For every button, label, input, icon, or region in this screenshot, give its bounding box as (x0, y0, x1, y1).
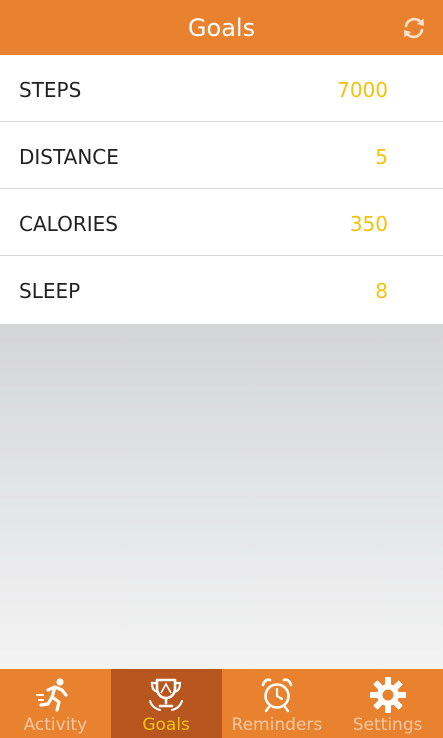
goal-row-calories[interactable]: CALORIES 350 (0, 189, 443, 256)
bottom-nav: Activity Goals Reminders Settings (0, 669, 443, 738)
goals-list: STEPS 7000 DISTANCE 5 CALORIES 350 SLEEP… (0, 55, 443, 325)
trophy-icon (149, 678, 184, 711)
nav-label: Goals (142, 715, 190, 735)
nav-label: Activity (23, 715, 88, 735)
nav-item-reminders[interactable]: Reminders (222, 669, 333, 738)
nav-label: Settings (352, 715, 423, 735)
alarm-clock-icon (261, 678, 293, 713)
empty-background (0, 324, 443, 669)
page-title: Goals (187, 14, 256, 42)
goal-value: 7000 (337, 78, 388, 102)
gear-icon (369, 677, 406, 713)
goal-label: STEPS (19, 78, 82, 102)
goal-value: 5 (375, 145, 388, 169)
goal-value: 8 (375, 279, 388, 303)
refresh-icon[interactable] (401, 15, 427, 41)
nav-item-activity[interactable]: Activity (0, 669, 111, 738)
goal-row-sleep[interactable]: SLEEP 8 (0, 256, 443, 325)
app-header: Goals (0, 0, 443, 55)
running-person-icon (36, 678, 68, 712)
goal-label: SLEEP (19, 279, 81, 303)
nav-item-goals[interactable]: Goals (110, 669, 222, 738)
nav-item-settings[interactable]: Settings (332, 669, 443, 738)
goal-value: 350 (349, 212, 388, 236)
goal-row-distance[interactable]: DISTANCE 5 (0, 122, 443, 189)
goal-label: DISTANCE (19, 145, 119, 169)
nav-label: Reminders (231, 715, 323, 735)
goal-row-steps[interactable]: STEPS 7000 (0, 55, 443, 122)
goal-label: CALORIES (19, 212, 118, 236)
